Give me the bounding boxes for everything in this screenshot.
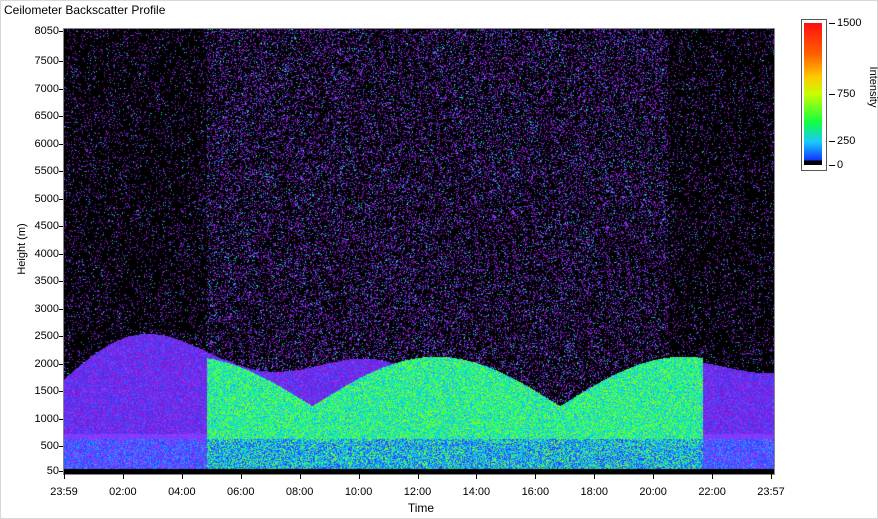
y-tick-mark <box>59 363 63 365</box>
x-tick-label: 23:57 <box>757 486 785 498</box>
x-tick-label: 06:00 <box>226 486 255 498</box>
x-tick-mark <box>594 474 596 479</box>
y-tick-mark <box>59 418 63 420</box>
y-tick-mark <box>59 281 63 283</box>
x-tick-label: 12:00 <box>403 486 432 498</box>
x-tick-label: 22:00 <box>698 486 726 498</box>
x-tick-label: 10:00 <box>344 486 373 498</box>
colorbar-tick-mark <box>829 165 835 166</box>
x-tick-mark <box>122 474 124 479</box>
x-tick-mark <box>417 474 419 479</box>
colorbar-tick-label: 0 <box>837 159 844 171</box>
y-tick-label: 2000 <box>34 357 59 370</box>
y-tick-label: 50 <box>46 465 59 477</box>
plot-area[interactable] <box>63 28 775 475</box>
x-tick-label: 08:00 <box>285 486 314 498</box>
y-tick-mark <box>59 308 63 310</box>
x-tick-label: 16:00 <box>521 486 550 498</box>
y-tick-mark <box>59 171 63 173</box>
y-tick-label: 3500 <box>34 275 59 288</box>
y-tick-mark <box>59 88 63 90</box>
y-tick-label: 500 <box>40 440 59 453</box>
y-tick-mark <box>59 253 63 255</box>
y-tick-mark <box>59 143 63 145</box>
y-axis-label: Height (m) <box>16 223 28 275</box>
colorbar-tick-label: 250 <box>837 135 856 148</box>
x-tick-mark <box>476 474 478 479</box>
y-tick-label: 2500 <box>34 330 59 343</box>
y-tick-label: 6500 <box>34 110 59 123</box>
y-tick-label: 1500 <box>34 385 59 398</box>
x-tick-mark <box>299 474 301 479</box>
chart-window: Ceilometer Backscatter Profile 50 500 1000… <box>0 0 878 519</box>
colorbar-tick-mark <box>829 23 835 24</box>
chart-title: Ceilometer Backscatter Profile <box>4 3 166 17</box>
y-tick-mark <box>59 198 63 200</box>
x-tick-label: 18:00 <box>580 486 609 498</box>
y-tick-mark <box>59 391 63 393</box>
colorbar-tick-mark <box>829 94 835 95</box>
y-tick-mark <box>59 61 63 63</box>
colorbar-tick-label: 750 <box>837 88 856 100</box>
x-tick-mark <box>771 474 772 479</box>
y-tick-label: 4000 <box>34 247 59 260</box>
y-tick-mark <box>59 31 63 32</box>
x-tick-mark <box>181 474 183 479</box>
y-tick-label: 4500 <box>34 220 59 233</box>
y-tick-label: 8050 <box>34 25 59 37</box>
x-tick-label: 14:00 <box>462 486 491 498</box>
y-tick-label: 5000 <box>34 192 59 205</box>
backscatter-heatmap <box>64 29 774 474</box>
x-tick-label: 02:00 <box>109 486 137 498</box>
x-tick-mark <box>535 474 537 479</box>
y-tick-mark <box>59 446 63 448</box>
y-tick-mark <box>59 471 63 472</box>
y-tick-label: 7000 <box>34 82 59 95</box>
x-tick-mark <box>240 474 242 479</box>
colorbar[interactable] <box>804 23 822 165</box>
y-tick-label: 7500 <box>34 55 59 68</box>
colorbar-tick-mark <box>829 141 835 143</box>
y-tick-label: 3000 <box>34 302 59 315</box>
y-tick-mark <box>59 336 63 338</box>
x-axis-label: Time <box>407 501 435 515</box>
y-tick-label: 1000 <box>34 412 59 425</box>
x-tick-mark <box>653 474 655 479</box>
x-tick-label: 23:59 <box>50 486 78 498</box>
x-tick-label: 20:00 <box>639 486 667 498</box>
x-tick-mark <box>712 474 714 479</box>
y-tick-mark <box>59 116 63 118</box>
x-tick-mark <box>358 474 360 479</box>
x-tick-label: 04:00 <box>168 486 196 498</box>
colorbar-tick-label: 1500 <box>837 17 862 29</box>
colorbar-label: Intensity <box>867 66 878 108</box>
y-tick-label: 6000 <box>34 137 59 150</box>
y-tick-label: 5500 <box>34 165 59 178</box>
y-tick-mark <box>59 226 63 228</box>
x-tick-mark <box>64 474 65 479</box>
